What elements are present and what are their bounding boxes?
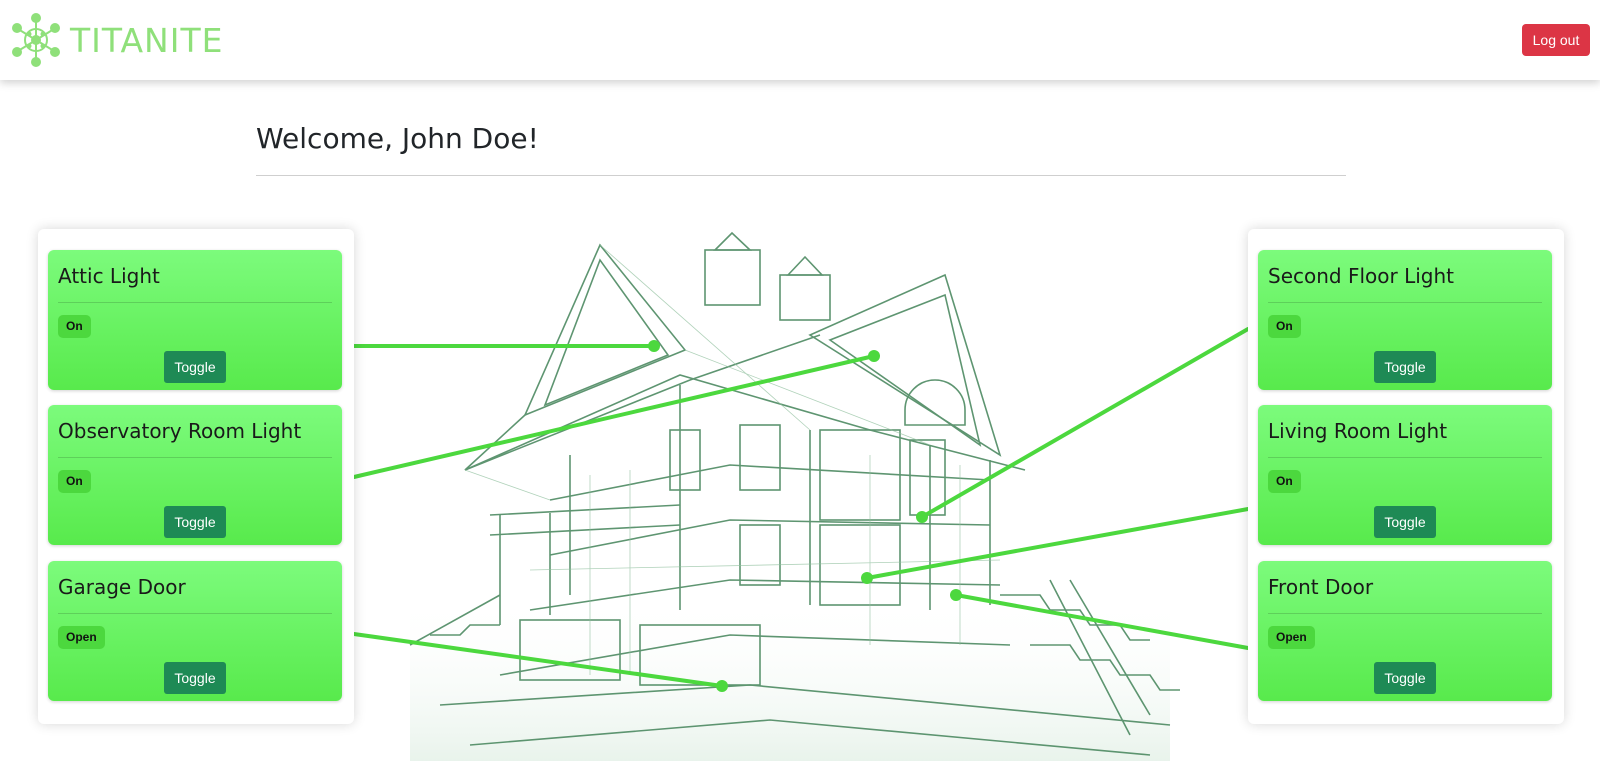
- brand[interactable]: TITANITE: [12, 13, 224, 67]
- device-panel-right: Second Floor Light On Toggle Living Room…: [1248, 229, 1564, 724]
- device-name: Front Door: [1268, 575, 1374, 599]
- device-panel-left: Attic Light On Toggle Observatory Room L…: [38, 229, 354, 724]
- device-name: Observatory Room Light: [58, 419, 302, 443]
- house-sketch-image: [409, 231, 1180, 761]
- toggle-button[interactable]: Toggle: [1374, 662, 1436, 694]
- device-card-observatory-room-light: Observatory Room Light On Toggle: [48, 405, 342, 545]
- status-badge: Open: [1268, 626, 1315, 649]
- status-badge: Open: [58, 626, 105, 649]
- brand-name: TITANITE: [70, 20, 224, 60]
- device-name: Attic Light: [58, 264, 160, 288]
- toggle-button[interactable]: Toggle: [164, 351, 226, 383]
- device-card-front-door: Front Door Open Toggle: [1258, 561, 1552, 701]
- status-badge: On: [58, 315, 91, 338]
- toggle-button[interactable]: Toggle: [164, 506, 226, 538]
- card-divider: [1268, 457, 1542, 458]
- welcome-heading: Welcome, John Doe!: [256, 122, 539, 155]
- status-badge: On: [1268, 470, 1301, 493]
- status-badge: On: [58, 470, 91, 493]
- toggle-button[interactable]: Toggle: [1374, 506, 1436, 538]
- navbar: TITANITE Log out: [0, 0, 1600, 80]
- device-card-second-floor-light: Second Floor Light On Toggle: [1258, 250, 1552, 390]
- device-card-garage-door: Garage Door Open Toggle: [48, 561, 342, 701]
- card-divider: [1268, 613, 1542, 614]
- toggle-button[interactable]: Toggle: [164, 662, 226, 694]
- card-divider: [58, 457, 332, 458]
- card-divider: [58, 613, 332, 614]
- toggle-button[interactable]: Toggle: [1374, 351, 1436, 383]
- device-card-living-room-light: Living Room Light On Toggle: [1258, 405, 1552, 545]
- divider: [256, 175, 1346, 176]
- device-name: Second Floor Light: [1268, 264, 1454, 288]
- card-divider: [58, 302, 332, 303]
- device-name: Living Room Light: [1268, 419, 1448, 443]
- device-name: Garage Door: [58, 575, 186, 599]
- status-badge: On: [1268, 315, 1301, 338]
- logout-button[interactable]: Log out: [1522, 24, 1590, 56]
- card-divider: [1268, 302, 1542, 303]
- device-card-attic-light: Attic Light On Toggle: [48, 250, 342, 390]
- molecule-logo-icon: [12, 13, 60, 67]
